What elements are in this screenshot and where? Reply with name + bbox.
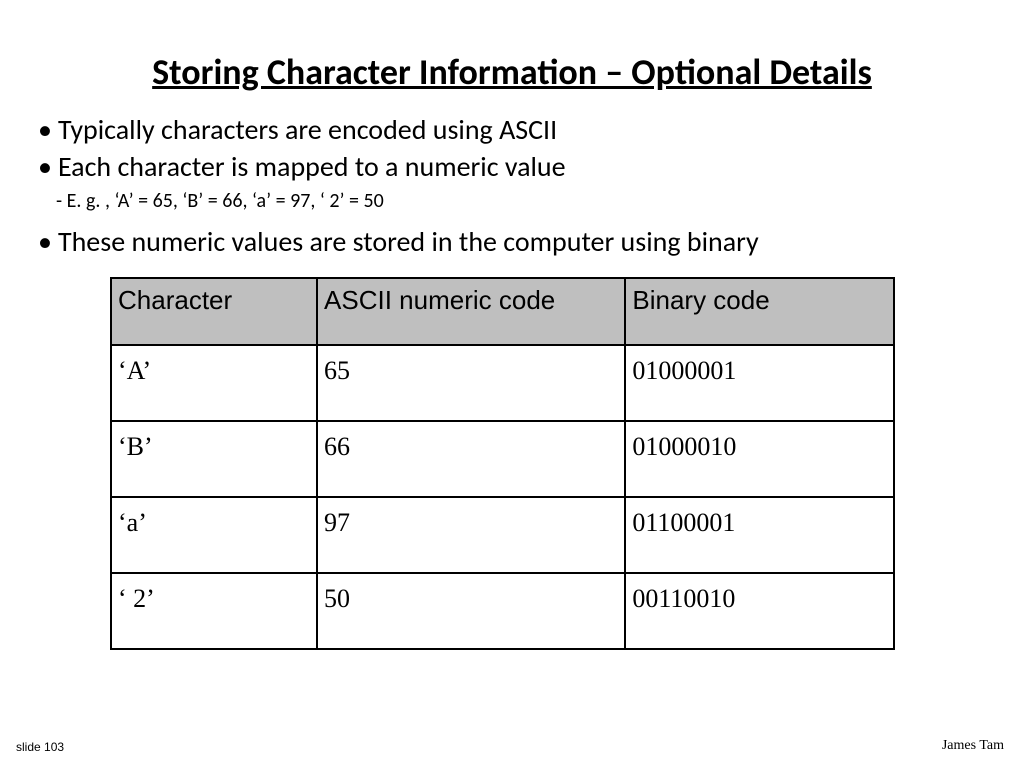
table-header-binary-code: Binary code [625,278,894,345]
bullet-item: These numeric values are stored in the c… [38,224,994,259]
table-header-ascii-code: ASCII numeric code [317,278,625,345]
bullet-subitem: E. g. , ‘A’ = 65, ‘B’ = 66, ‘a’ = 97, ‘ … [56,188,994,214]
bullet-item: Each character is mapped to a numeric va… [38,149,994,184]
cell-ascii-code: 97 [317,497,625,573]
cell-ascii-code: 66 [317,421,625,497]
table-header-character: Character [111,278,317,345]
cell-binary-code: 01100001 [625,497,894,573]
slide-title: Storing Character Information – Optional… [30,50,994,94]
cell-binary-code: 01000001 [625,345,894,421]
cell-character: ‘B’ [111,421,317,497]
table-row: ‘ 2’ 50 00110010 [111,573,894,649]
cell-ascii-code: 65 [317,345,625,421]
table-row: ‘A’ 65 01000001 [111,345,894,421]
footer-slide-number: slide 103 [16,740,64,754]
cell-ascii-code: 50 [317,573,625,649]
bullet-item: Typically characters are encoded using A… [38,112,994,147]
table-header-row: Character ASCII numeric code Binary code [111,278,894,345]
table-row: ‘B’ 66 01000010 [111,421,894,497]
ascii-table: Character ASCII numeric code Binary code… [110,277,895,650]
cell-binary-code: 00110010 [625,573,894,649]
footer-author: James Tam [942,738,1004,754]
cell-character: ‘a’ [111,497,317,573]
slide: Storing Character Information – Optional… [0,0,1024,768]
cell-character: ‘A’ [111,345,317,421]
bullet-list: Typically characters are encoded using A… [30,112,994,259]
table-row: ‘a’ 97 01100001 [111,497,894,573]
cell-character: ‘ 2’ [111,573,317,649]
cell-binary-code: 01000010 [625,421,894,497]
